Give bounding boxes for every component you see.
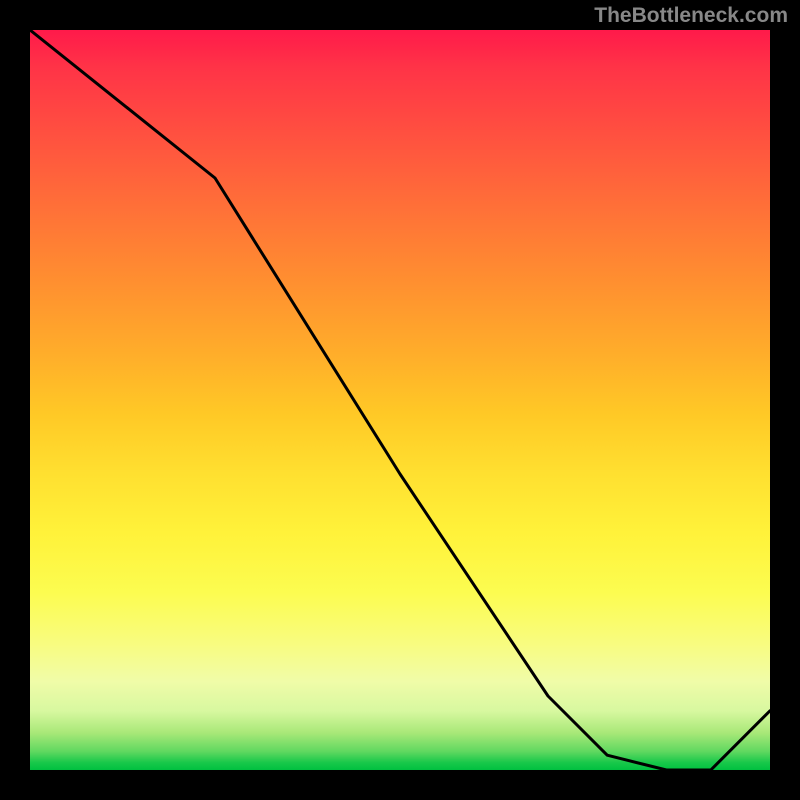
watermark-label: TheBottleneck.com	[594, 4, 788, 28]
chart-line-series	[30, 30, 770, 770]
chart-plot-area	[30, 30, 770, 770]
